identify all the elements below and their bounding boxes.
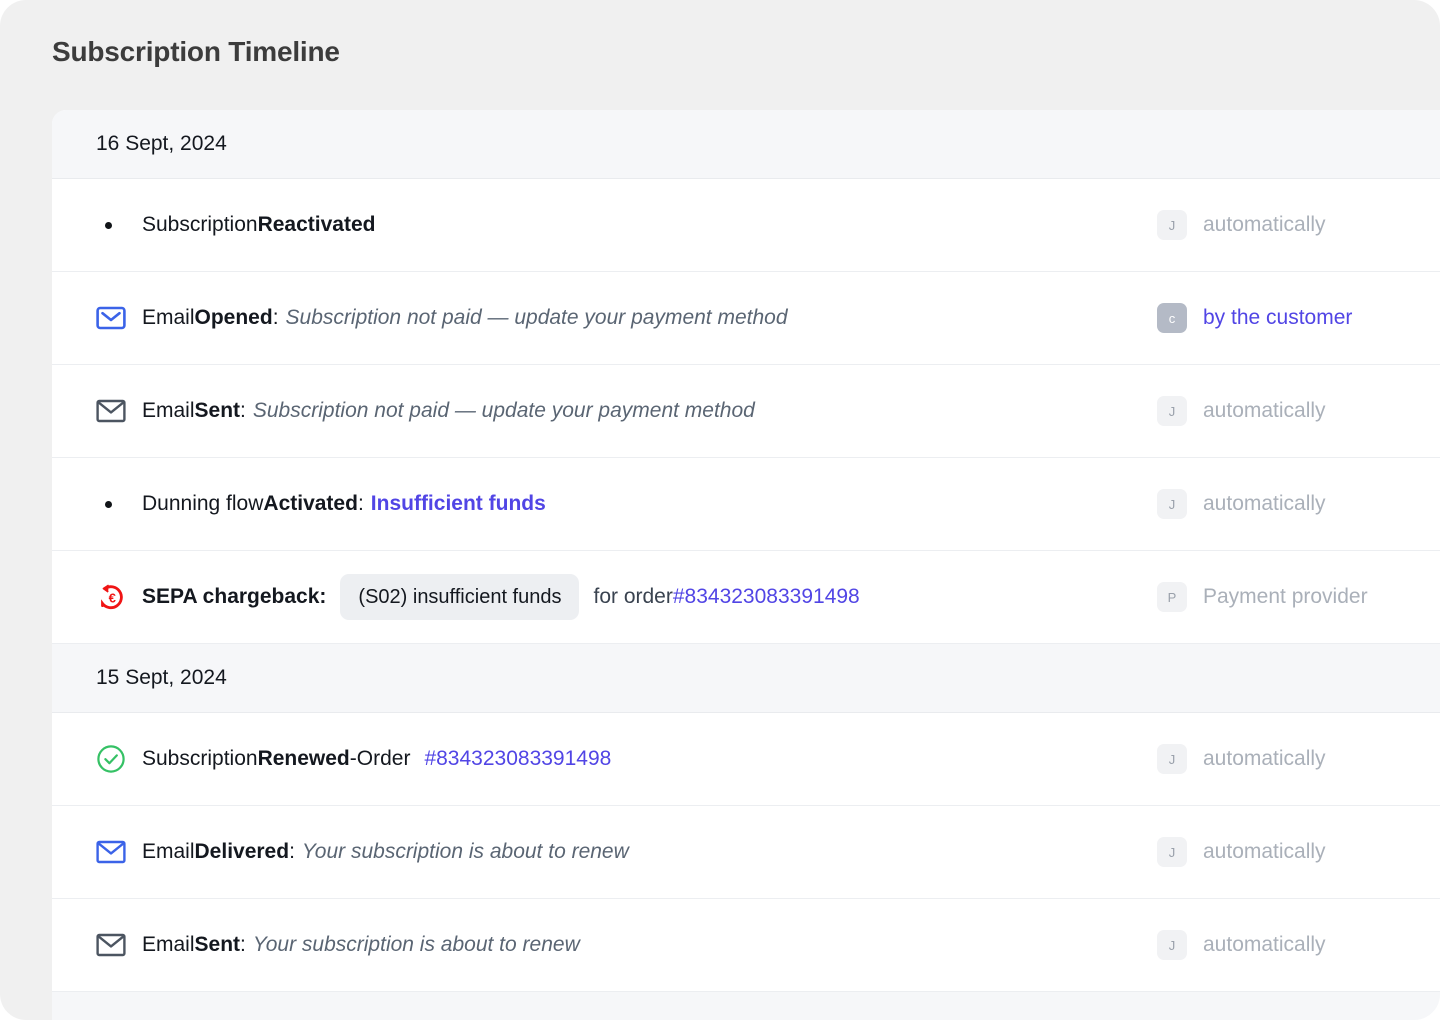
actor-badge: J: [1157, 930, 1187, 960]
sepa-chargeback-icon: €: [96, 581, 142, 613]
actor-group: J automatically: [1157, 744, 1326, 774]
event-subject: Subscription not paid — update your paym…: [252, 399, 755, 423]
actor-group: c by the customer: [1157, 303, 1352, 333]
chargeback-reason-chip: (S02) insufficient funds: [340, 574, 580, 620]
event-subject: Your subscription is about to renew: [301, 840, 629, 864]
event-separator: :: [357, 492, 364, 516]
actor-group: P Payment provider: [1157, 582, 1368, 612]
email-delivered-icon: [96, 839, 142, 865]
actor-badge: J: [1157, 396, 1187, 426]
date-header: 16 Sept, 2024: [52, 110, 1440, 179]
dunning-reason-link[interactable]: Insufficient funds: [371, 491, 546, 516]
event-strong: Renewed: [257, 747, 350, 771]
actor-label: automatically: [1203, 213, 1326, 236]
email-opened-icon: [96, 305, 142, 331]
order-number-link[interactable]: #834323083391498: [673, 584, 860, 609]
actor-group: J automatically: [1157, 837, 1326, 867]
page-title: Subscription Timeline: [52, 36, 340, 67]
event-lead: Email: [142, 399, 195, 423]
email-sent-icon: [96, 932, 142, 958]
event-lead: Subscription: [142, 213, 258, 237]
actor-label: automatically: [1203, 399, 1326, 422]
actor-badge: J: [1157, 744, 1187, 774]
actor-badge: J: [1157, 489, 1187, 519]
event-strong: Delivered: [194, 840, 290, 864]
timeline-row-sepa-chargeback[interactable]: € SEPA chargeback: (S02) insufficient fu…: [52, 551, 1440, 644]
actor-label[interactable]: by the customer: [1203, 306, 1352, 330]
timeline-row-reactivated[interactable]: Subscription Reactivated J automatically: [52, 179, 1440, 272]
event-trailing: for order: [593, 585, 673, 609]
event-strong: SEPA chargeback:: [142, 585, 327, 609]
actor-badge: P: [1157, 582, 1187, 612]
actor-badge: J: [1157, 210, 1187, 240]
actor-badge: c: [1157, 303, 1187, 333]
event-separator: :: [272, 306, 279, 330]
actor-group: J automatically: [1157, 489, 1326, 519]
event-strong: Reactivated: [257, 213, 376, 237]
timeline-row-email-sent-2[interactable]: Email Sent : Your subscription is about …: [52, 899, 1440, 992]
page-root: Subscription Timeline 16 Sept, 2024 Subs…: [0, 0, 1440, 1020]
event-lead: Dunning flow: [142, 492, 264, 516]
timeline-row-email-opened[interactable]: Email Opened : Subscription not paid — u…: [52, 272, 1440, 365]
actor-label: Payment provider: [1203, 585, 1368, 608]
actor-label: automatically: [1203, 492, 1326, 515]
subscription-timeline-card: 16 Sept, 2024 Subscription Reactivated J…: [52, 110, 1440, 1020]
event-subject: Your subscription is about to renew: [252, 933, 580, 957]
event-trailing: Order: [356, 747, 411, 771]
event-subject: Subscription not paid — update your paym…: [285, 306, 788, 330]
event-separator: :: [289, 840, 295, 864]
email-sent-icon: [96, 398, 142, 424]
bullet-dot-icon: [96, 500, 142, 508]
timeline-row-renewed[interactable]: Subscription Renewed - Order #8343230833…: [52, 713, 1440, 806]
date-header: 15 Sept, 2024: [52, 644, 1440, 713]
event-lead: Email: [142, 933, 195, 957]
actor-badge: J: [1157, 837, 1187, 867]
event-separator: -: [349, 747, 357, 771]
check-circle-icon: [96, 744, 142, 774]
timeline-row-email-sent[interactable]: Email Sent : Subscription not paid — upd…: [52, 365, 1440, 458]
timeline-row-email-delivered[interactable]: Email Delivered : Your subscription is a…: [52, 806, 1440, 899]
actor-label: automatically: [1203, 840, 1326, 863]
event-strong: Activated: [263, 492, 358, 516]
order-number-link[interactable]: #834323083391498: [424, 746, 611, 771]
bullet-dot-icon: [96, 221, 142, 229]
actor-group: J automatically: [1157, 930, 1326, 960]
event-separator: :: [240, 399, 246, 423]
event-lead: Subscription: [142, 747, 258, 771]
event-separator: :: [240, 933, 246, 957]
event-strong: Sent: [194, 933, 241, 957]
svg-text:€: €: [109, 590, 116, 605]
actor-group: J automatically: [1157, 210, 1326, 240]
actor-label: automatically: [1203, 747, 1326, 770]
actor-group: J automatically: [1157, 396, 1326, 426]
event-lead: Email: [142, 306, 195, 330]
event-strong: Sent: [194, 399, 241, 423]
actor-label: automatically: [1203, 933, 1326, 956]
event-lead: Email: [142, 840, 195, 864]
timeline-row-dunning-flow[interactable]: Dunning flow Activated : Insufficient fu…: [52, 458, 1440, 551]
event-strong: Opened: [194, 306, 273, 330]
timeline-next-section-partial: [52, 992, 1440, 1020]
